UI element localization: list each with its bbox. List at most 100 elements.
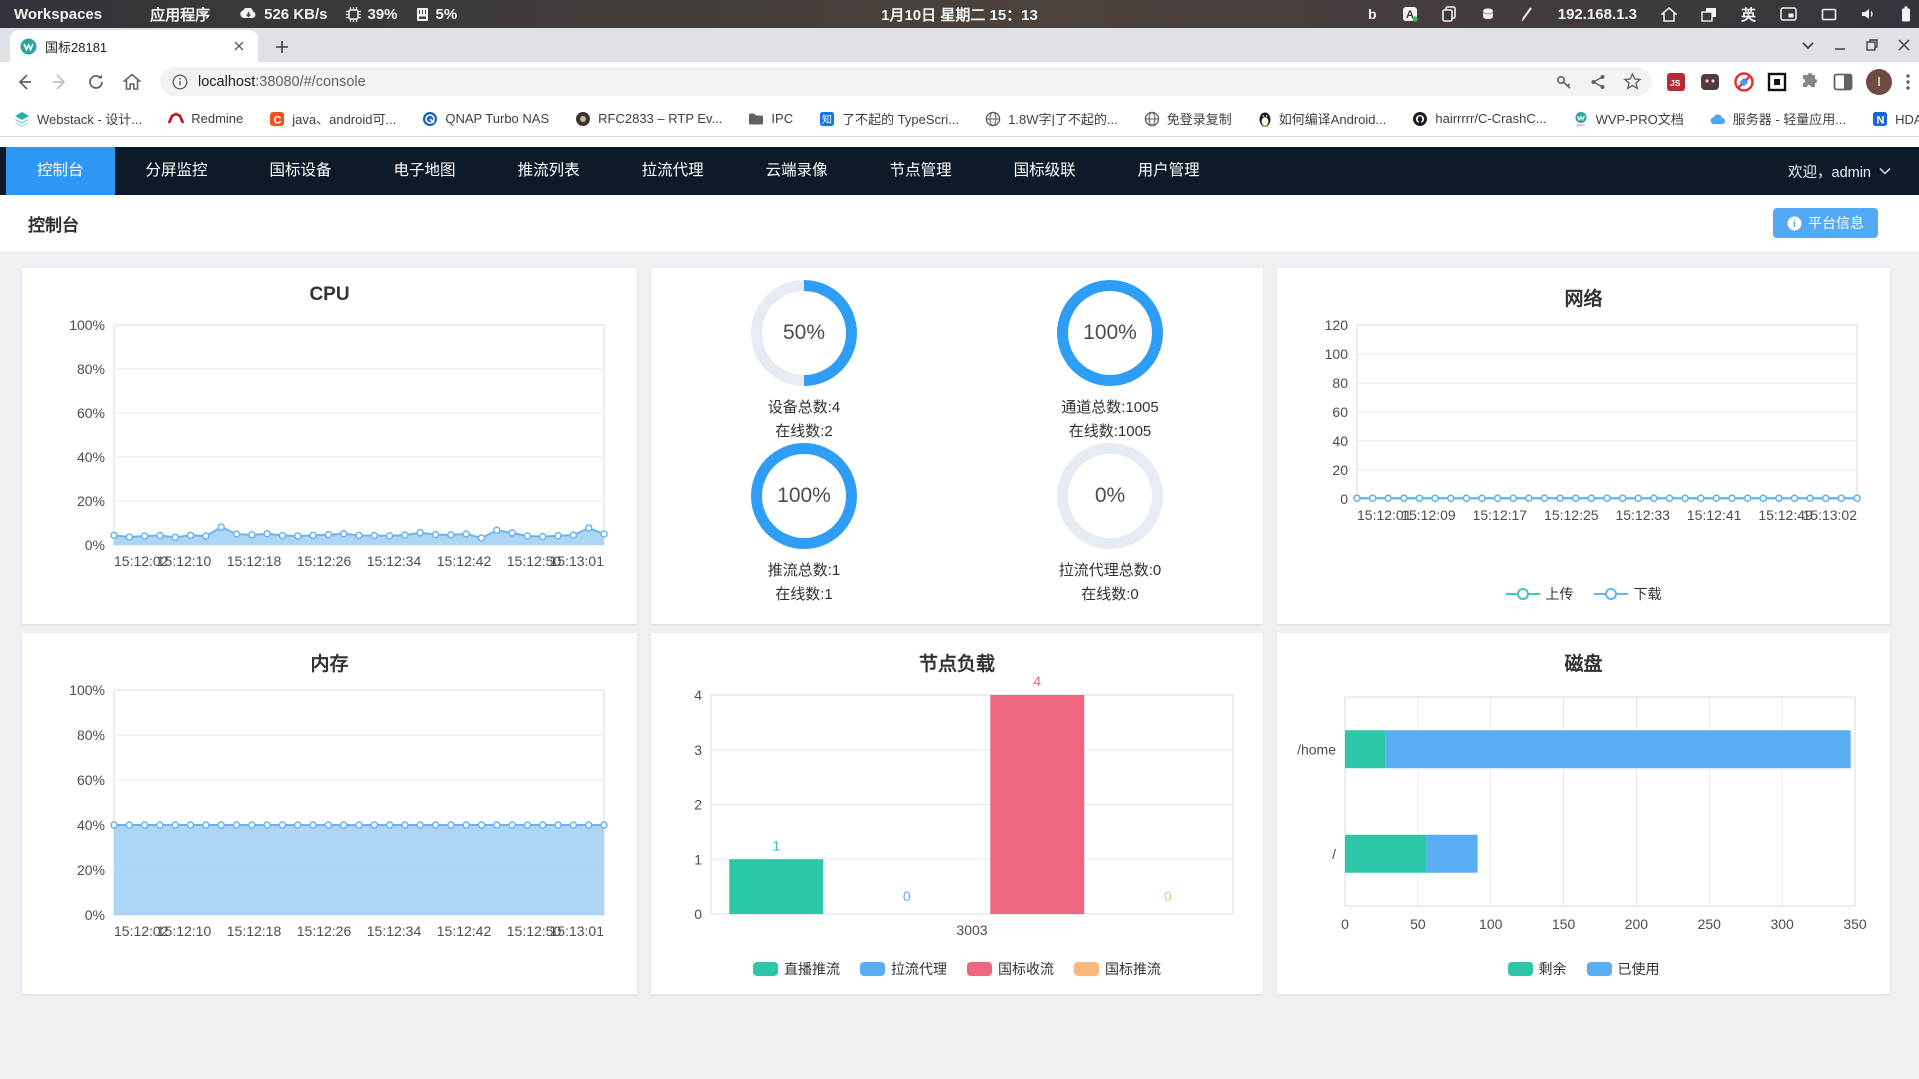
nav-item-5[interactable]: 推流列表	[487, 147, 611, 195]
note-b-icon[interactable]: b	[1366, 6, 1378, 22]
gauge-percent: 0%	[1094, 484, 1126, 508]
nav-item-4[interactable]: 电子地图	[363, 147, 487, 195]
layers-icon[interactable]	[1701, 7, 1717, 22]
nav-item-9[interactable]: 国标级联	[983, 147, 1107, 195]
svg-text:15:12:33: 15:12:33	[1615, 507, 1670, 523]
svg-text:15:12:42: 15:12:42	[437, 553, 492, 569]
svg-text:150: 150	[1552, 916, 1576, 932]
svg-text:100: 100	[1479, 916, 1503, 932]
window-restore-icon[interactable]	[1865, 38, 1879, 52]
svg-text:15:12:18: 15:12:18	[227, 553, 282, 569]
gauge: 100% 推流总数:1 在线数:1	[651, 443, 957, 606]
legend-item[interactable]: 下载	[1593, 584, 1662, 604]
profile-avatar[interactable]: I	[1866, 68, 1892, 95]
svg-text:350: 350	[1843, 916, 1867, 932]
svg-text:b: b	[1368, 6, 1377, 22]
pot-icon[interactable]	[1480, 7, 1496, 21]
reload-button[interactable]	[82, 68, 110, 96]
blocker-extension-icon[interactable]	[1734, 71, 1754, 92]
folder-icon	[748, 112, 764, 126]
bookmark-item[interactable]: 1.8W字|了不起的...	[985, 109, 1118, 128]
browser-tab[interactable]: 国标28181	[10, 30, 258, 62]
nav-item-6[interactable]: 拉流代理	[611, 147, 735, 195]
tab-close-icon[interactable]	[230, 37, 248, 55]
site-info-icon[interactable]	[172, 73, 188, 90]
svg-text:20: 20	[1332, 462, 1348, 478]
input-method-icon[interactable]: A	[1402, 6, 1418, 22]
frame-extension-icon[interactable]	[1767, 72, 1787, 92]
mask-extension-icon[interactable]	[1699, 73, 1721, 91]
svg-text:3: 3	[694, 742, 702, 758]
svg-text:0: 0	[1340, 491, 1348, 507]
browser-menu-icon[interactable]	[1905, 73, 1911, 91]
page-header: 控制台 i 平台信息	[0, 195, 1919, 251]
nav-item-2[interactable]: 分屏监控	[115, 147, 239, 195]
tray-text[interactable]: 英	[1741, 4, 1756, 25]
bookmark-item[interactable]: 如何编译Android...	[1258, 109, 1386, 128]
bookmark-item[interactable]: Webstack - 设计...	[14, 109, 142, 128]
zhihu-icon: 知	[819, 111, 835, 127]
svg-text:/home: /home	[1297, 741, 1336, 757]
pen-icon[interactable]	[1520, 6, 1534, 22]
nav-item-3[interactable]: 国标设备	[239, 147, 363, 195]
bookmark-item[interactable]: 服务器 - 轻量应用...	[1710, 109, 1846, 128]
js-extension-icon[interactable]: JS	[1666, 72, 1686, 92]
bookmark-item[interactable]: IPC	[748, 111, 793, 126]
gauge-label: 设备总数:4 在线数:2	[767, 399, 841, 440]
bookmark-item[interactable]: NHDAtmos :: 种子 *...	[1872, 109, 1919, 128]
svg-text:15:12:09: 15:12:09	[1401, 507, 1456, 523]
svg-text:JS: JS	[1670, 78, 1681, 88]
bookmark-item[interactable]: 知了不起的 TypeScri...	[819, 109, 959, 128]
share-icon[interactable]	[1589, 73, 1607, 91]
svg-text:40%: 40%	[77, 817, 105, 833]
window-icon[interactable]	[1821, 8, 1837, 21]
nav-item-7[interactable]: 云端录像	[735, 147, 859, 195]
bookmark-item[interactable]: QNAP Turbo NAS	[422, 111, 549, 127]
svg-text:0: 0	[1164, 888, 1172, 904]
home-icon[interactable]	[1660, 6, 1677, 22]
tray-text[interactable]: 192.168.1.3	[1558, 6, 1637, 23]
nav-item-8[interactable]: 节点管理	[859, 147, 983, 195]
user-menu[interactable]: 欢迎，admin	[1788, 147, 1891, 195]
gauges-card: 50% 设备总数:4 在线数:2 100% 通道总数:1005 在线数:1005 100…	[651, 268, 1263, 624]
url-text: localhost:38080/#/console	[198, 73, 366, 90]
new-tab-button[interactable]	[270, 35, 294, 59]
bookmark-star-icon[interactable]	[1623, 72, 1642, 91]
penguin-icon	[1258, 111, 1272, 127]
back-button[interactable]	[10, 68, 38, 96]
svg-text:4: 4	[694, 687, 702, 703]
extensions-puzzle-icon[interactable]	[1800, 72, 1820, 92]
tab-search-chevron-icon[interactable]	[1801, 38, 1815, 52]
keyboard-icon[interactable]	[1780, 7, 1797, 21]
bookmark-item[interactable]: Redmine	[168, 111, 243, 127]
system-tray: b A 192.168.1.3 英	[1366, 0, 1911, 28]
bookmark-item[interactable]: 免登录复制	[1144, 109, 1232, 128]
nav-item-10[interactable]: 用户管理	[1107, 147, 1231, 195]
bookmark-item[interactable]: RFC2833 – RTP Ev...	[575, 111, 722, 127]
battery-icon[interactable]	[1901, 6, 1911, 22]
address-bar[interactable]: localhost:38080/#/console	[160, 67, 1652, 96]
volume-icon[interactable]	[1861, 7, 1877, 21]
browser-home-button[interactable]	[118, 68, 146, 96]
svg-text:120: 120	[1325, 317, 1349, 333]
cloud-icon	[1710, 113, 1726, 125]
legend-item[interactable]: 上传	[1505, 584, 1574, 604]
password-key-icon[interactable]	[1555, 73, 1573, 91]
svg-text:1: 1	[772, 837, 780, 853]
page-top-gap	[0, 137, 1919, 147]
platform-info-button[interactable]: i 平台信息	[1773, 208, 1878, 238]
window-close-icon[interactable]	[1897, 38, 1911, 52]
bookmark-item[interactable]: hairrrrr/C-CrashC...	[1412, 111, 1547, 127]
sidepanel-icon[interactable]	[1833, 73, 1853, 91]
window-minimize-icon[interactable]	[1833, 38, 1847, 52]
bookmark-item[interactable]: Cjava、android可...	[269, 109, 396, 128]
nav-item-1[interactable]: 控制台	[6, 147, 115, 195]
extensions-row: JS I	[1660, 62, 1911, 101]
bookmark-item[interactable]: WVP WVP-PRO文档	[1573, 109, 1684, 128]
page-title: 控制台	[28, 215, 79, 235]
gauge-percent: 100%	[1083, 321, 1137, 345]
forward-button[interactable]	[46, 68, 74, 96]
svg-text:0%: 0%	[85, 537, 105, 553]
clipboard-icon[interactable]	[1441, 6, 1456, 22]
gauge-label: 拉流代理总数:0 在线数:0	[1058, 562, 1162, 603]
